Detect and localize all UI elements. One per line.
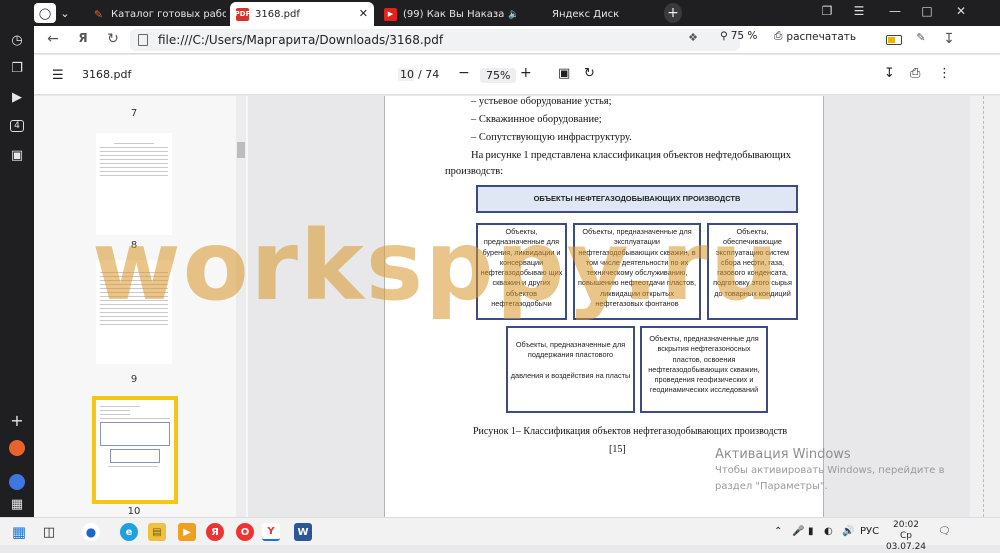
- diagram-box: Объекты, обеспечивающие эксплуатацию сис…: [707, 223, 798, 320]
- figure-caption: Рисунок 1– Классификация объектов нефтег…: [473, 426, 788, 437]
- task-view-icon[interactable]: ◫: [40, 523, 58, 541]
- apps-grid-icon[interactable]: ▦: [7, 494, 27, 514]
- counter-icon[interactable]: 4: [7, 116, 27, 136]
- notifications-icon[interactable]: 🗨: [938, 526, 951, 537]
- screenshot-icon[interactable]: ▣: [7, 145, 27, 165]
- thumbnail-page-number: 7: [130, 108, 138, 119]
- history-icon[interactable]: ◷: [7, 30, 27, 50]
- page-number-input[interactable]: 10: [398, 68, 414, 81]
- edge-icon[interactable]: e: [120, 523, 138, 541]
- diagram-box: Объекты, предназначенные для эксплуатаци…: [573, 223, 701, 320]
- diagram-box: Объекты, предназначенные для бурения, ли…: [476, 223, 567, 320]
- doc-line: – Сопутствующую инфраструктуру.: [471, 132, 632, 143]
- media-play-icon[interactable]: ▶: [7, 87, 27, 107]
- tab-pdf[interactable]: PDF 3168.pdf ✕: [230, 2, 374, 26]
- youtube-icon: ▶: [384, 7, 397, 21]
- thumbnail-page-number: 10: [127, 506, 141, 517]
- sidebar-toggle-icon[interactable]: ☰: [52, 68, 64, 83]
- reference: [15]: [609, 444, 626, 455]
- more-options-icon[interactable]: ⋮: [938, 66, 951, 81]
- back-icon[interactable]: ←: [44, 31, 62, 47]
- volume-icon[interactable]: 🔊: [842, 526, 854, 537]
- diagram-header-box: ОБЪЕКТЫ НЕФТЕГАЗОДОБЫВАЮЩИХ ПРОИЗВОДСТВ: [476, 185, 798, 213]
- battery-saver-icon[interactable]: [886, 35, 902, 45]
- yandex-logo-icon[interactable]: Я: [74, 31, 92, 45]
- tray-expand-icon[interactable]: ⌃: [774, 526, 782, 537]
- opera-icon[interactable]: O: [236, 523, 254, 541]
- add-icon[interactable]: +: [7, 410, 27, 430]
- thumbnails-scrollbar[interactable]: [236, 96, 246, 517]
- sidebar-app-icon[interactable]: [7, 438, 27, 458]
- clock[interactable]: 20:02 Ср 03.07.24: [884, 520, 928, 553]
- download-icon[interactable]: ↧: [884, 66, 895, 81]
- address-field[interactable]: file:///C:/Users/Маргарита/Downloads/316…: [130, 29, 740, 51]
- thumbnail-page[interactable]: [96, 133, 172, 235]
- zoom-search-icon: ⚲: [720, 30, 728, 42]
- word-icon[interactable]: W: [294, 523, 312, 541]
- doc-line: – Скважинное оборудование;: [471, 114, 602, 125]
- app-icon[interactable]: ●: [82, 523, 100, 541]
- address-bar-row: ← Я ↻ file:///C:/Users/Маргарита/Downloa…: [34, 26, 1000, 54]
- microphone-icon[interactable]: 🎤: [792, 526, 804, 537]
- pdf-icon: PDF: [235, 7, 250, 21]
- page-total: / 74: [418, 68, 440, 81]
- file-explorer-icon[interactable]: ▤: [148, 523, 166, 541]
- doc-paragraph-line: На рисунке 1 представлена классификация объек…: [471, 150, 791, 161]
- file-icon: [138, 34, 148, 46]
- media-icon[interactable]: ▶: [178, 523, 196, 541]
- thumbnail-page-selected[interactable]: [92, 396, 178, 504]
- tab-catalog[interactable]: ✎ Каталог готовых работ: [86, 2, 226, 26]
- diagram-box: Объекты, предназначенные для поддержания…: [506, 326, 635, 413]
- browser-sidebar: ◷ ❐ ▶ 4 ▣ + ▦: [0, 0, 34, 517]
- doc-line: производств:: [445, 166, 504, 177]
- alice-icon[interactable]: [7, 472, 27, 492]
- pdf-filename: 3168.pdf: [82, 68, 132, 81]
- tab-overview-icon[interactable]: ◯: [34, 3, 56, 23]
- bookmarks-menu-icon[interactable]: ☰: [850, 4, 868, 18]
- print-button[interactable]: ⎙ распечатать: [774, 30, 856, 43]
- viewer-scrollbar[interactable]: [970, 96, 1000, 517]
- yandex-icon[interactable]: Я: [206, 523, 224, 541]
- windows-activation-notice: Активация Windows Чтобы активировать Win…: [715, 447, 945, 492]
- diagram-box: Объекты, предназначенные для вскрытия не…: [640, 326, 768, 413]
- tab-list-chevron-icon[interactable]: ⌄: [56, 3, 74, 23]
- minimize-icon[interactable]: —: [886, 4, 904, 18]
- windows-taskbar: ▦ ◫ ● e ▤ ▶ Я O Y W ⌃ 🎤 ▮ ◐ 🔊 РУС 20:02 …: [0, 517, 1000, 552]
- new-tab-icon[interactable]: +: [664, 3, 682, 23]
- start-icon[interactable]: ▦: [10, 523, 28, 541]
- page-zoom-indicator[interactable]: ⚲ 75 %: [720, 30, 757, 42]
- printer-icon: ⎙: [774, 30, 783, 42]
- bookmark-icon[interactable]: ❖: [684, 31, 702, 44]
- print-icon[interactable]: ⎙: [910, 66, 920, 81]
- pdf-toolbar: ☰ 3168.pdf 10 / 74 − 75% + ▣ ↻ ↧ ⎙ ⋮: [34, 55, 1000, 95]
- battery-icon[interactable]: ▮: [808, 526, 814, 537]
- keyboard-language[interactable]: РУС: [860, 526, 879, 537]
- audio-icon: 🔈: [508, 8, 516, 20]
- yandex-browser-icon[interactable]: Y: [262, 523, 280, 541]
- thumbnail-page-number: 9: [130, 374, 138, 385]
- tab-manager-icon[interactable]: ❐: [818, 4, 836, 18]
- extensions-icon[interactable]: ✎: [912, 31, 930, 44]
- doc-line: – устьевое оборудование устья;: [471, 96, 612, 107]
- collections-icon[interactable]: ❐: [7, 58, 27, 78]
- maximize-icon[interactable]: □: [918, 4, 936, 18]
- pdf-zoom-field[interactable]: 75%: [480, 68, 517, 83]
- close-window-icon[interactable]: ✕: [952, 4, 970, 18]
- thumbnails-panel: 7 8 9 10: [34, 96, 248, 517]
- reload-icon[interactable]: ↻: [104, 31, 122, 47]
- downloads-icon[interactable]: ↧: [940, 31, 958, 47]
- fit-page-icon[interactable]: ▣: [558, 66, 570, 81]
- network-icon[interactable]: ◐: [824, 526, 833, 537]
- rotate-icon[interactable]: ↻: [584, 66, 595, 81]
- tab-strip: ◯ ⌄ ✎ Каталог готовых работ PDF 3168.pdf…: [34, 0, 1000, 26]
- thumbnail-page[interactable]: [96, 260, 172, 364]
- close-tab-icon[interactable]: ✕: [359, 7, 368, 20]
- tab-yandex-disk[interactable]: Яндекс Диск: [520, 2, 660, 26]
- thumbnail-page-number: 8: [130, 240, 138, 251]
- zoom-in-icon[interactable]: +: [520, 65, 532, 81]
- zoom-out-icon[interactable]: −: [458, 65, 470, 81]
- pen-icon: ✎: [93, 7, 104, 21]
- tab-youtube[interactable]: ▶ (99) Как Вы Наказа 🔈: [378, 2, 516, 26]
